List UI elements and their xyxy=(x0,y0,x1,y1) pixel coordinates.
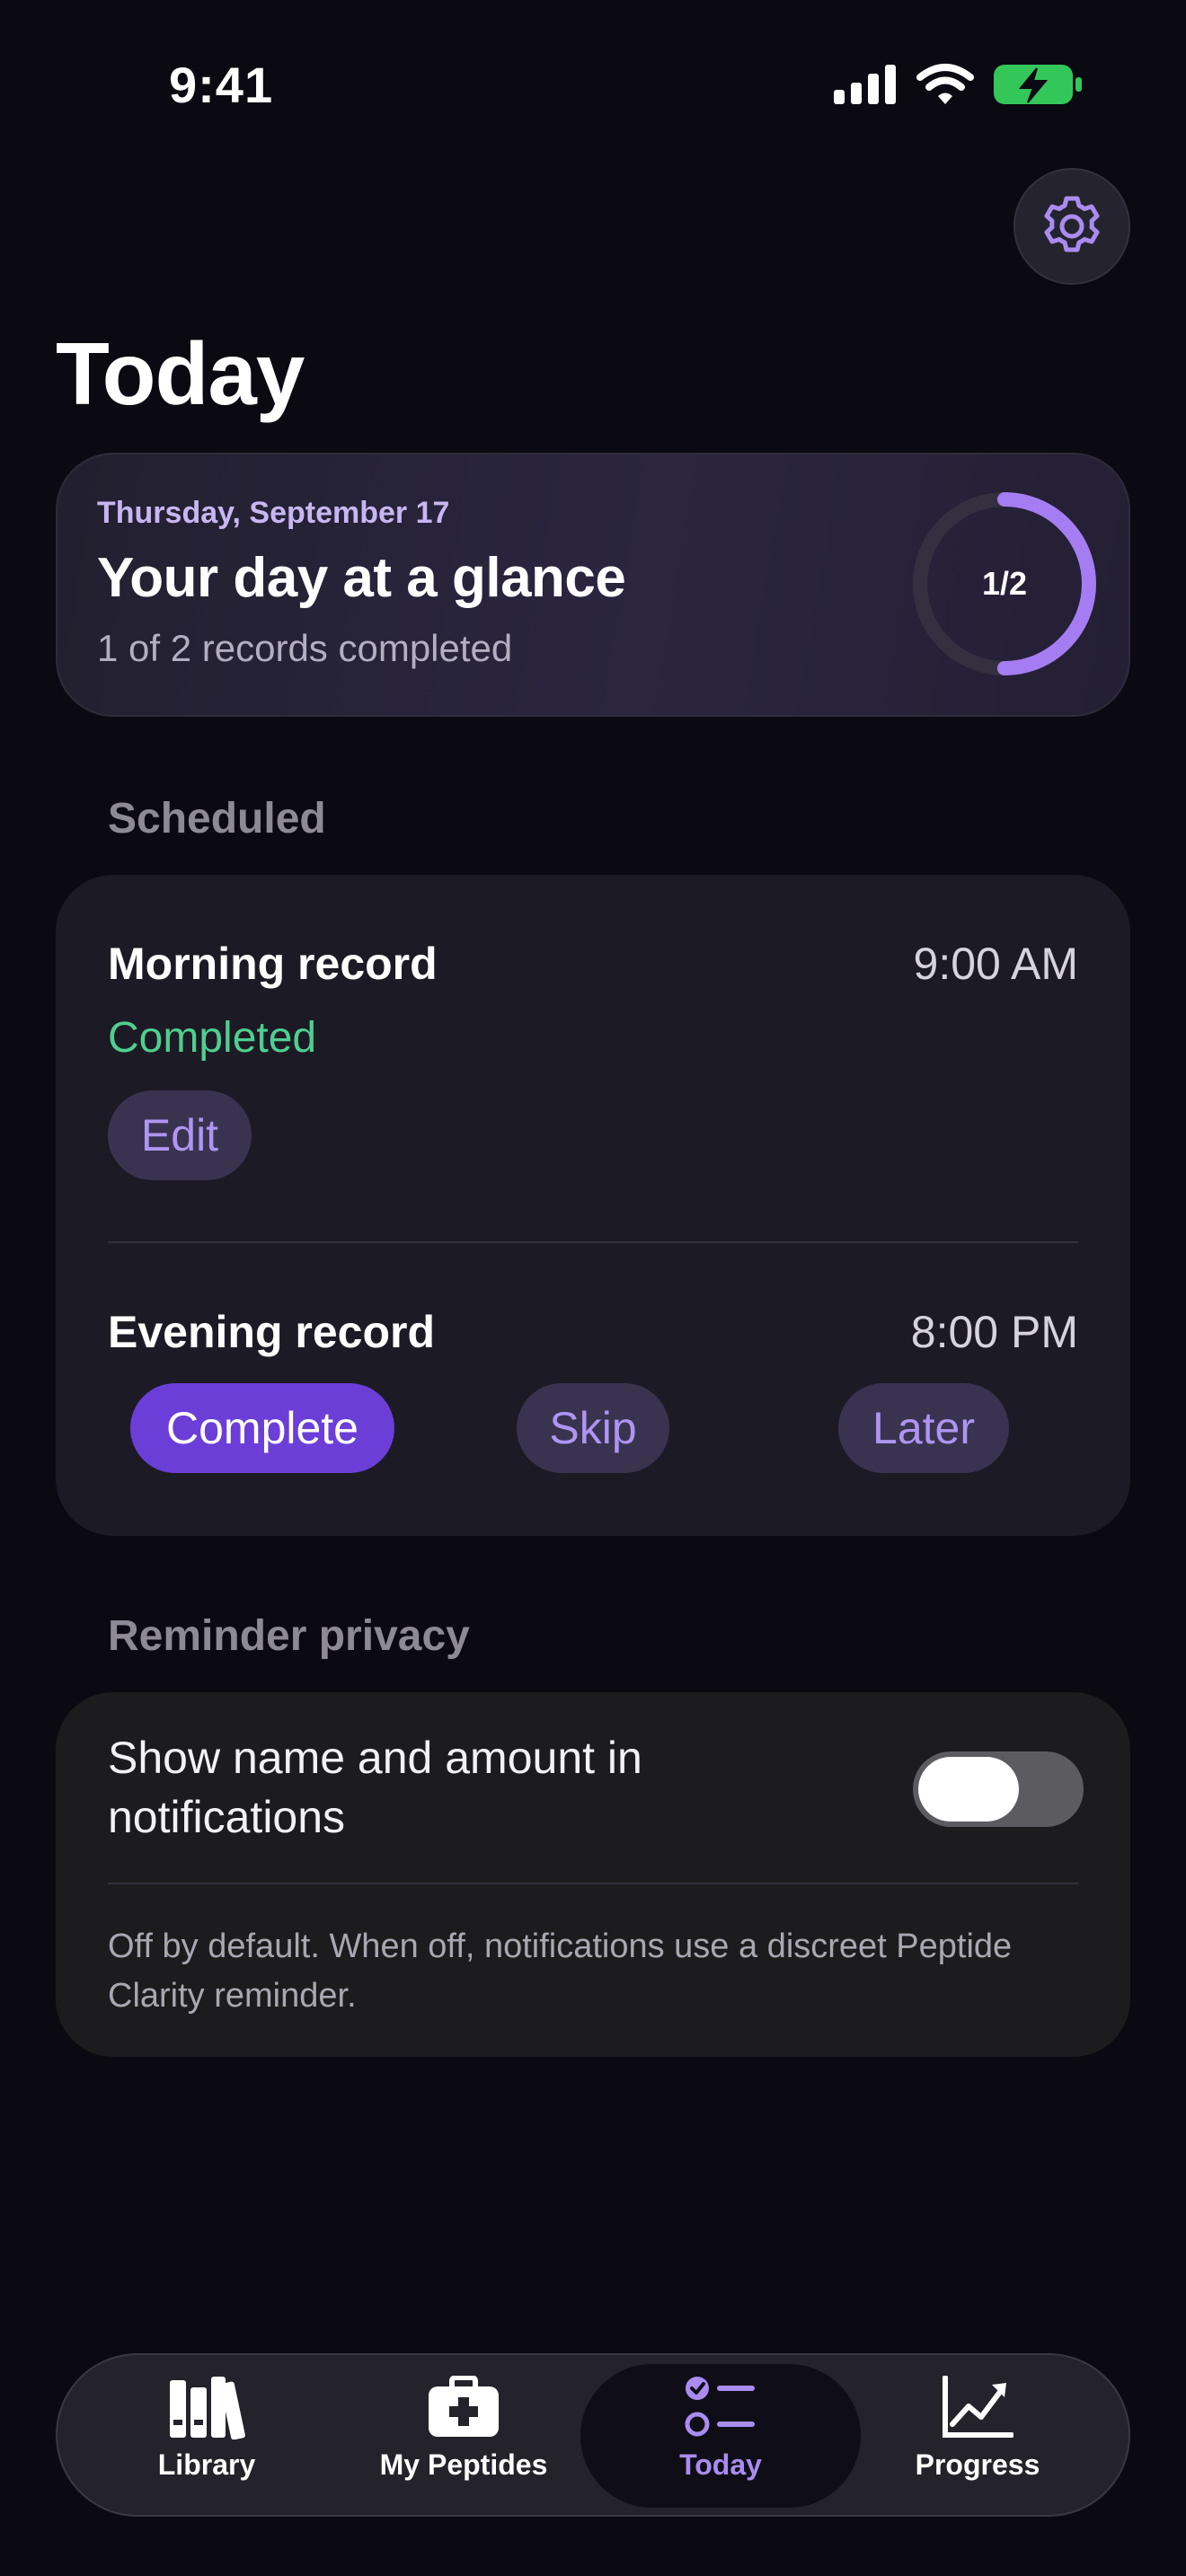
tab-label-progress: Progress xyxy=(915,2448,1040,2481)
glance-date: Thursday, September 17 xyxy=(97,496,450,530)
battery-charging-icon xyxy=(994,65,1082,104)
tab-today[interactable]: Today xyxy=(622,2371,819,2497)
tab-label-my-peptides: My Peptides xyxy=(379,2448,548,2481)
edit-button[interactable]: Edit xyxy=(108,1090,252,1180)
privacy-divider xyxy=(108,1883,1078,1884)
page-title: Today xyxy=(56,324,305,423)
record-time-evening: 8:00 PM xyxy=(910,1307,1078,1357)
cellular-signal-icon xyxy=(834,65,896,104)
chart-line-icon xyxy=(943,2376,1013,2438)
tab-label-library: Library xyxy=(157,2448,256,2481)
record-divider xyxy=(108,1241,1078,1243)
library-icon xyxy=(170,2377,245,2439)
status-icons xyxy=(834,63,1082,106)
privacy-note: Off by default. When off, notifications … xyxy=(108,1928,1013,2015)
tab-label-today: Today xyxy=(679,2448,762,2481)
gear-icon xyxy=(1044,196,1100,252)
tab-progress[interactable]: Progress xyxy=(879,2371,1076,2497)
section-label-privacy: Reminder privacy xyxy=(108,1612,470,1660)
section-label-scheduled: Scheduled xyxy=(108,795,326,842)
privacy-toggle[interactable] xyxy=(913,1751,1084,1827)
tab-library[interactable]: Library xyxy=(108,2371,305,2497)
skip-button[interactable]: Skip xyxy=(517,1383,669,1473)
record-title-evening: Evening record xyxy=(108,1307,435,1357)
medkit-icon xyxy=(429,2376,499,2437)
checklist-icon xyxy=(685,2377,755,2437)
privacy-toggle-label: Show name and amount in notifications xyxy=(108,1733,642,1842)
glance-subtitle: 1 of 2 records completed xyxy=(97,627,513,669)
progress-label: 1/2 xyxy=(981,565,1028,602)
later-button[interactable]: Later xyxy=(838,1383,1009,1473)
record-time-morning: 9:00 AM xyxy=(913,939,1078,989)
settings-button[interactable] xyxy=(1013,168,1130,285)
complete-button[interactable]: Complete xyxy=(130,1383,394,1473)
tab-my-peptides[interactable]: My Peptides xyxy=(365,2371,562,2497)
status-time: 9:41 xyxy=(169,57,274,113)
record-title-morning: Morning record xyxy=(108,939,438,989)
status-completed: Completed xyxy=(108,1014,317,1062)
wifi-icon xyxy=(916,64,974,104)
toggle-knob xyxy=(918,1757,1019,1822)
glance-headline: Your day at a glance xyxy=(97,547,626,609)
